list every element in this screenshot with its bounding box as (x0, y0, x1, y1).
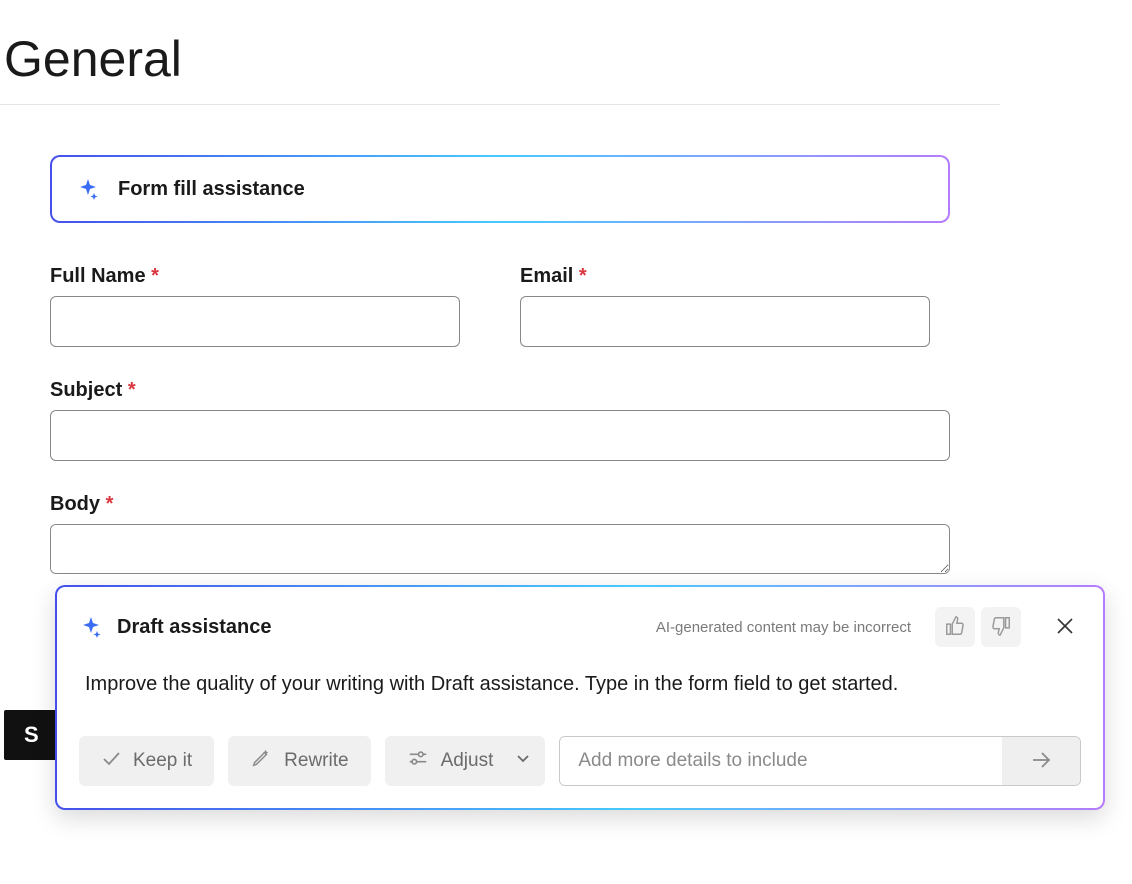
chevron-down-icon (515, 750, 531, 772)
rewrite-icon (250, 747, 272, 775)
subject-input[interactable] (50, 410, 950, 461)
required-star: * (128, 379, 136, 401)
thumbs-down-icon (990, 615, 1012, 640)
sparkle-icon (76, 177, 100, 201)
send-button[interactable] (1002, 737, 1080, 785)
row-name-email: Full Name * Email * (50, 265, 950, 347)
close-icon (1056, 617, 1074, 638)
row-body: Body * (50, 493, 950, 574)
details-input-wrap (559, 736, 1081, 786)
field-subject: Subject * (50, 379, 950, 461)
body-label: Body * (50, 493, 950, 516)
details-input[interactable] (560, 737, 1002, 785)
thumbs-up-button[interactable] (935, 607, 975, 647)
keep-it-label: Keep it (133, 750, 192, 772)
full-name-label: Full Name * (50, 265, 480, 288)
check-icon (101, 748, 121, 774)
required-star: * (106, 493, 114, 515)
sparkle-icon (79, 615, 103, 639)
form-area: Form fill assistance Full Name * Email *… (0, 105, 1000, 574)
field-body: Body * (50, 493, 950, 574)
thumbs-up-icon (944, 615, 966, 640)
adjust-button[interactable]: Adjust (385, 736, 546, 786)
adjust-label: Adjust (441, 750, 494, 772)
draft-title: Draft assistance (117, 616, 272, 639)
field-email: Email * (520, 265, 950, 347)
email-label: Email * (520, 265, 950, 288)
draft-assistance-panel: Draft assistance AI-generated content ma… (55, 585, 1105, 810)
email-input[interactable] (520, 296, 930, 347)
form-fill-assistance-bar[interactable]: Form fill assistance (50, 155, 950, 223)
required-star: * (579, 265, 587, 287)
rewrite-label: Rewrite (284, 750, 348, 772)
rewrite-button[interactable]: Rewrite (228, 736, 370, 786)
full-name-input[interactable] (50, 296, 460, 347)
draft-description: Improve the quality of your writing with… (85, 673, 1081, 696)
body-textarea[interactable] (50, 524, 950, 574)
thumbs-down-button[interactable] (981, 607, 1021, 647)
close-button[interactable] (1049, 611, 1081, 643)
adjust-icon (407, 747, 429, 775)
row-subject: Subject * (50, 379, 950, 461)
field-full-name: Full Name * (50, 265, 480, 347)
subject-label: Subject * (50, 379, 950, 402)
required-star: * (151, 265, 159, 287)
page-header: General (0, 0, 1000, 105)
draft-header: Draft assistance AI-generated content ma… (79, 607, 1081, 647)
keep-it-button[interactable]: Keep it (79, 736, 214, 786)
form-fill-assistance-label: Form fill assistance (118, 178, 305, 201)
draft-actions: Keep it Rewrite Adjust (79, 736, 1081, 786)
page-title: General (4, 30, 1000, 88)
submit-button[interactable]: S (4, 710, 59, 760)
ai-warning-text: AI-generated content may be incorrect (656, 619, 911, 636)
feedback-buttons (935, 607, 1021, 647)
arrow-right-icon (1029, 748, 1053, 775)
